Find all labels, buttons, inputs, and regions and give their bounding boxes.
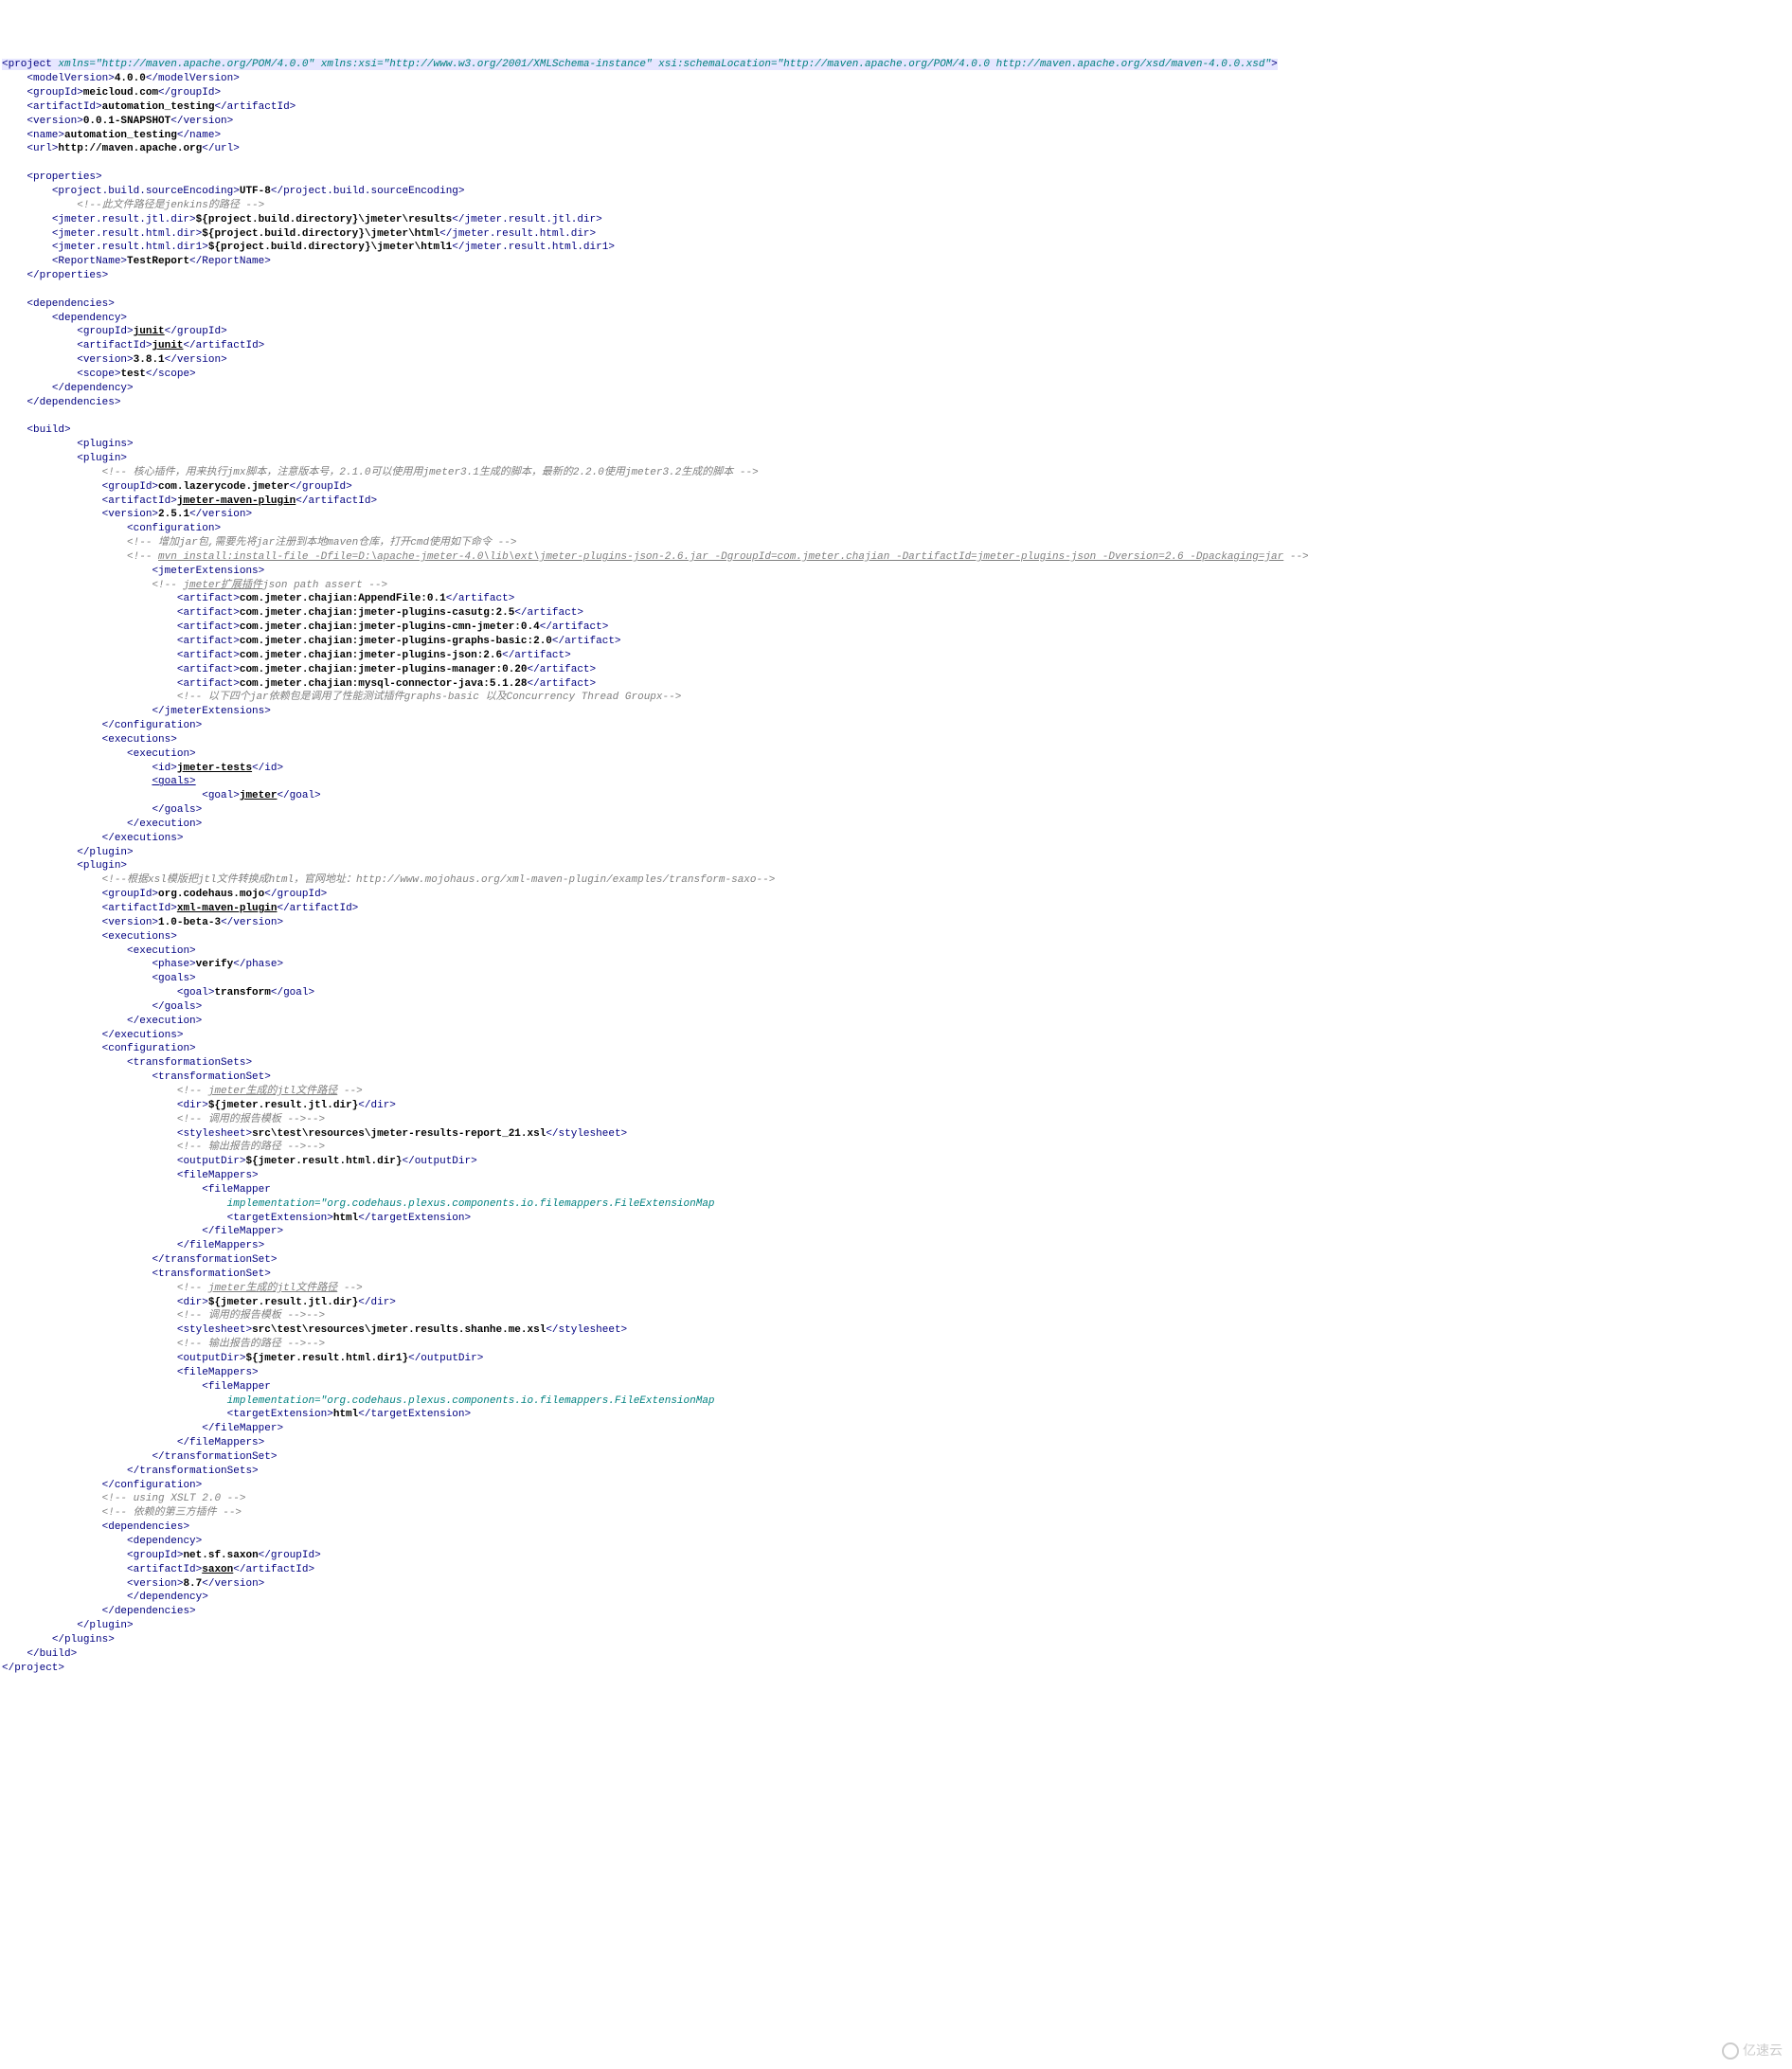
watermark-text: 亿速云 (1743, 2042, 1783, 2058)
watermark-logo: 亿速云 (1722, 2042, 1783, 2060)
xml-code-block: <project xmlns="http://maven.apache.org/… (2, 58, 1790, 1675)
